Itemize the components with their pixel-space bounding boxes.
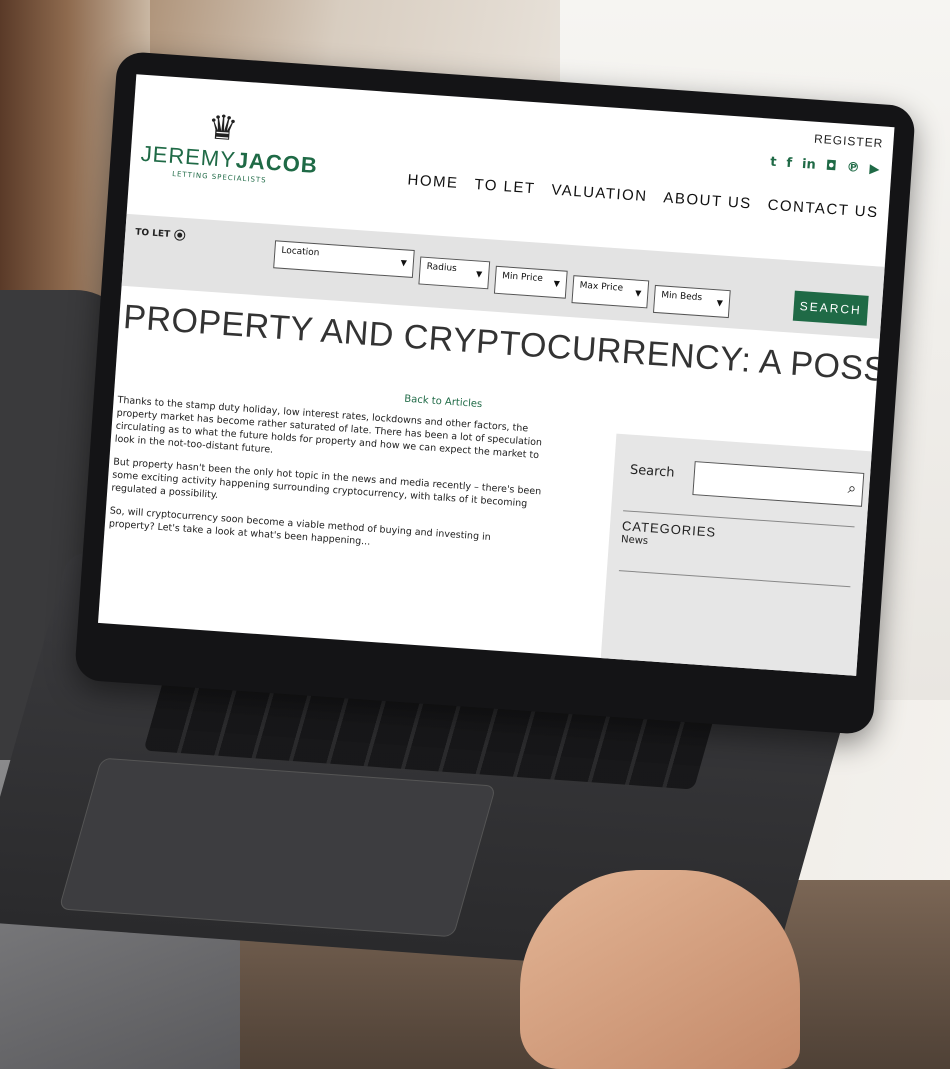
linkedin-icon[interactable]: in <box>802 157 817 173</box>
divider <box>618 570 851 588</box>
radius-select[interactable]: Radius ▼ <box>418 256 491 290</box>
nav-to-let[interactable]: TO LET <box>474 176 536 197</box>
min-price-select[interactable]: Min Price ▼ <box>493 265 568 299</box>
max-price-select[interactable]: Max Price ▼ <box>571 275 650 309</box>
nav-home[interactable]: HOME <box>407 171 459 192</box>
nav-about-us[interactable]: ABOUT US <box>663 189 752 212</box>
register-link[interactable]: REGISTER <box>814 132 884 151</box>
article-body: Thanks to the stamp duty holiday, low in… <box>108 394 547 571</box>
sidebar-search-input[interactable]: ⌕ <box>692 461 865 507</box>
instagram-icon[interactable]: ◘ <box>825 159 837 175</box>
social-icons: t f in ◘ ℗ ▶ <box>770 155 880 178</box>
search-icon[interactable]: ⌕ <box>847 479 857 498</box>
sidebar: Search ⌕ CATEGORIES News <box>600 433 872 676</box>
back-to-articles-link[interactable]: Back to Articles <box>404 394 483 410</box>
site-logo[interactable]: ♛ JEREMYJACOB LETTING SPECIALISTS <box>139 105 319 187</box>
nav-contact-us[interactable]: CONTACT US <box>767 197 879 222</box>
main-nav: HOME TO LET VALUATION ABOUT US CONTACT U… <box>407 171 879 221</box>
dropdown-arrow-icon: ▼ <box>716 298 724 308</box>
to-let-option[interactable]: TO LET <box>135 227 186 241</box>
laptop-screen-bezel: ♛ JEREMYJACOB LETTING SPECIALISTS REGIST… <box>74 50 916 736</box>
search-button[interactable]: SEARCH <box>792 290 869 326</box>
sidebar-search-label: Search <box>629 462 676 481</box>
facebook-icon[interactable]: f <box>786 156 793 171</box>
location-select[interactable]: Location ▼ <box>273 240 415 278</box>
youtube-icon[interactable]: ▶ <box>869 162 880 178</box>
twitter-icon[interactable]: t <box>770 155 777 170</box>
min-beds-select[interactable]: Min Beds ▼ <box>652 284 731 319</box>
category-news-link[interactable]: News <box>621 534 649 547</box>
to-let-label: TO LET <box>135 227 171 240</box>
trackpad <box>58 757 497 938</box>
person-hand <box>520 870 800 1069</box>
radio-selected-icon[interactable] <box>173 229 186 241</box>
dropdown-arrow-icon: ▼ <box>553 278 561 289</box>
logo-first-word: JEREMY <box>139 140 237 173</box>
dropdown-arrow-icon: ▼ <box>400 258 408 268</box>
browser-viewport: ♛ JEREMYJACOB LETTING SPECIALISTS REGIST… <box>97 74 895 676</box>
logo-second-word: JACOB <box>235 147 319 179</box>
nav-valuation[interactable]: VALUATION <box>551 181 648 205</box>
pinterest-icon[interactable]: ℗ <box>846 160 860 176</box>
photo-scene: ♛ JEREMYJACOB LETTING SPECIALISTS REGIST… <box>0 0 950 1069</box>
dropdown-arrow-icon: ▼ <box>475 269 483 279</box>
dropdown-arrow-icon: ▼ <box>634 288 642 298</box>
